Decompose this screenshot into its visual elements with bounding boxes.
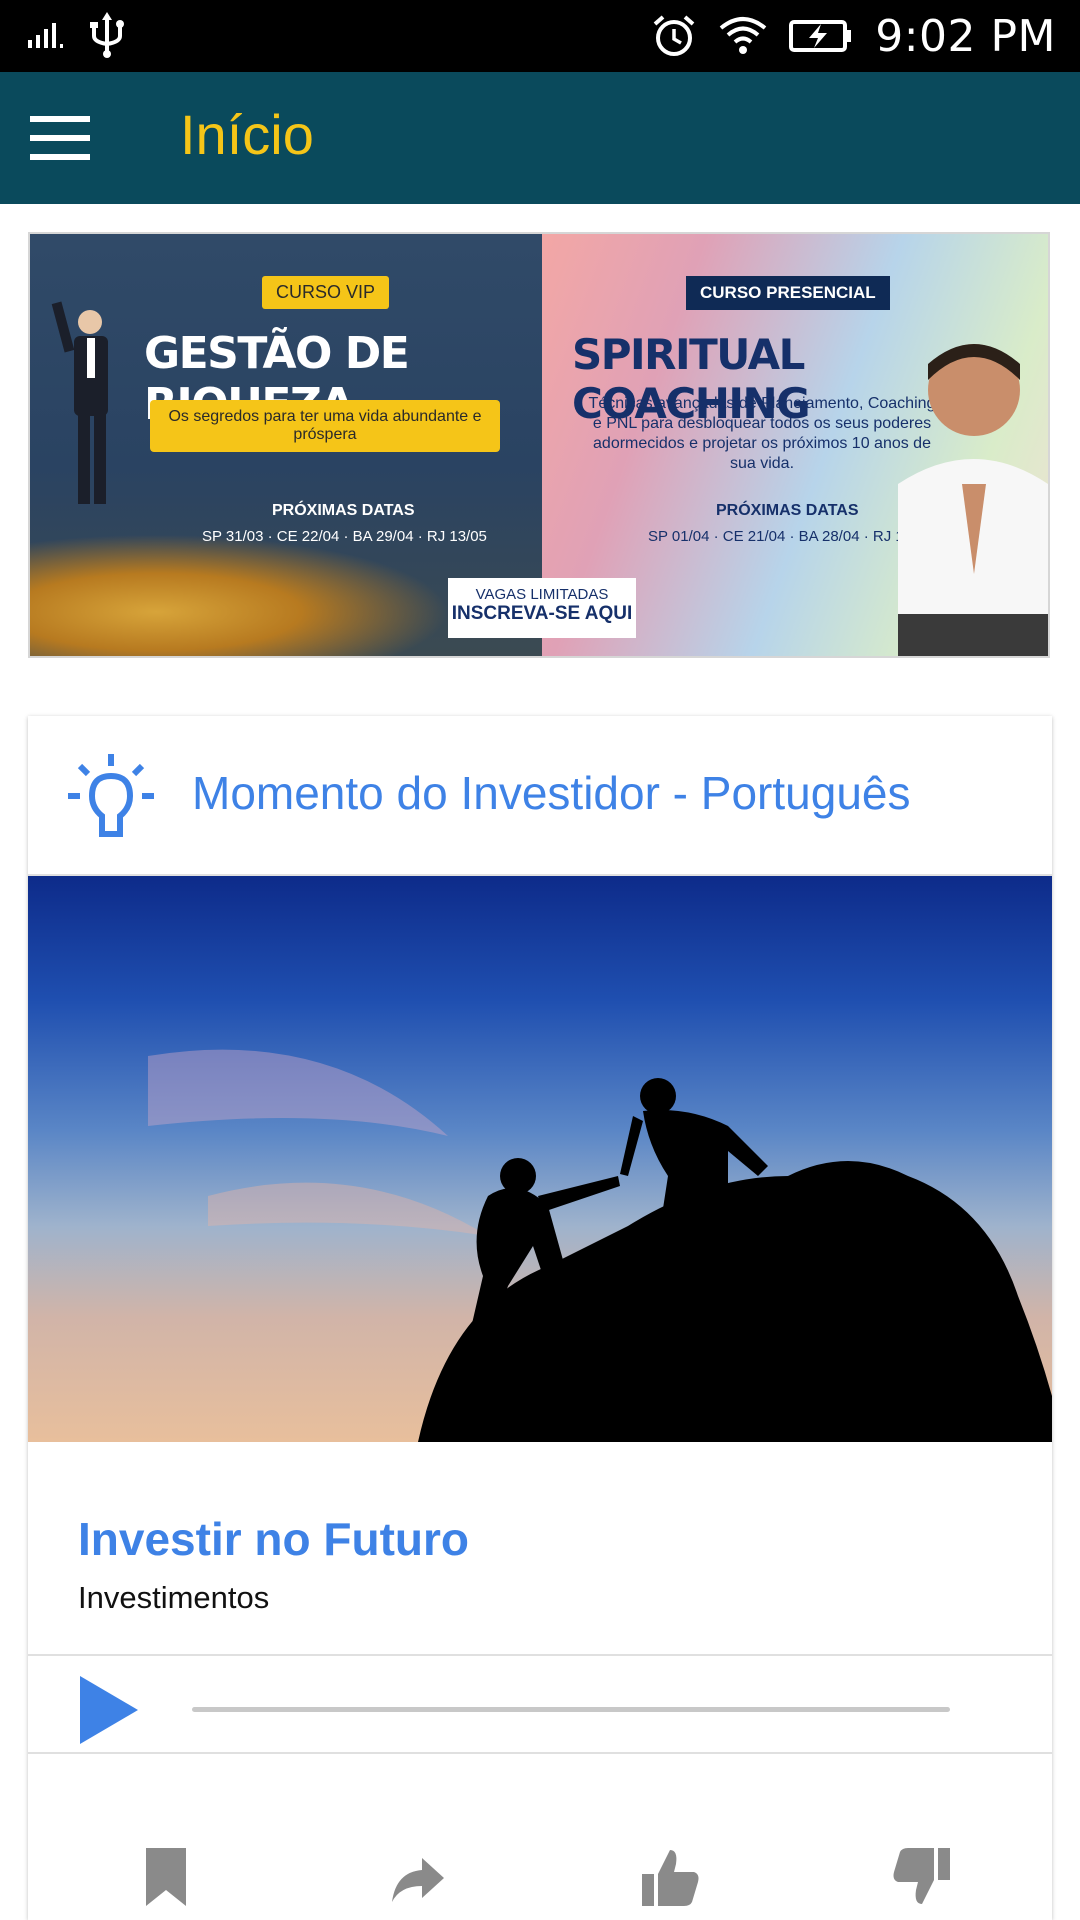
promo-banner[interactable]: CURSO VIP GESTÃO DE RIQUEZA Os segredos … <box>28 232 1050 658</box>
coins-image <box>30 534 450 656</box>
episode-card: Momento do Investidor - Português Invest… <box>28 716 1052 1920</box>
audio-player <box>28 1656 1052 1754</box>
cta-small-text: VAGAS LIMITADAS <box>475 586 609 603</box>
climbers-silhouette <box>148 1049 1052 1442</box>
alarm-icon <box>653 15 695 56</box>
page-title: Início <box>180 103 314 166</box>
hamburger-menu-icon[interactable] <box>30 116 92 160</box>
episode-category: Investimentos <box>78 1580 270 1615</box>
audio-progress-bar[interactable] <box>192 1707 950 1712</box>
status-bar: 9:02 PM <box>0 0 1080 72</box>
businessman-figure <box>51 301 108 504</box>
card-header: Momento do Investidor - Português <box>28 716 1052 876</box>
status-time: 9:02 PM <box>875 10 1056 62</box>
thumbs-up-icon[interactable] <box>640 1844 700 1910</box>
thumbs-down-icon[interactable] <box>892 1844 952 1910</box>
banner-left-dates-heading: PRÓXIMAS DATAS <box>272 502 415 519</box>
bookmark-icon[interactable] <box>136 1844 196 1910</box>
usb-icon <box>90 12 124 58</box>
cta-big-text: INSCREVA-SE AQUI <box>451 603 633 624</box>
card-actions <box>28 1756 1052 1920</box>
episode-info: Investir no Futuro Investimentos <box>28 1442 1052 1656</box>
battery-charging-icon <box>789 20 852 52</box>
wifi-icon <box>719 17 767 54</box>
episode-photo[interactable] <box>28 876 1052 1442</box>
lightbulb-icon <box>68 754 154 837</box>
signup-cta[interactable]: VAGAS LIMITADAS INSCREVA-SE AQUI <box>448 578 636 638</box>
banner-left-subtitle: Os segredos para ter uma vida abundante … <box>150 400 500 452</box>
status-right-icons: 9:02 PM <box>651 0 1056 72</box>
badge-curso-vip: CURSO VIP <box>262 276 390 309</box>
badge-curso-presencial: CURSO PRESENCIAL <box>686 276 890 310</box>
episode-title[interactable]: Investir no Futuro <box>78 1512 469 1566</box>
app-bar: Início <box>0 72 1080 204</box>
share-icon[interactable] <box>388 1844 448 1910</box>
card-header-title[interactable]: Momento do Investidor - Português <box>192 766 910 820</box>
signal-icon <box>28 23 63 48</box>
status-left-icons <box>26 12 124 58</box>
coach-figure <box>898 344 1048 656</box>
play-icon[interactable] <box>76 1674 140 1746</box>
banner-right-dates-heading: PRÓXIMAS DATAS <box>716 502 859 519</box>
banner-left-dates: SP 31/03 · CE 22/04 · BA 29/04 · RJ 13/0… <box>202 528 487 545</box>
